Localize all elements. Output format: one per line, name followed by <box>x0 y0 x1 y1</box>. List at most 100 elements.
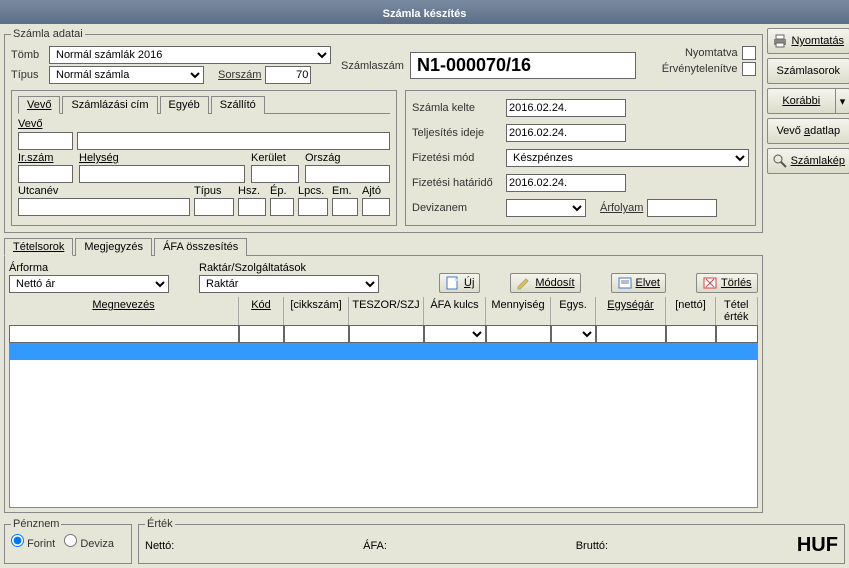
delete-icon <box>702 275 718 291</box>
torles-button[interactable]: Törlés <box>696 273 758 293</box>
tab-afa-osszesites[interactable]: ÁFA összesítés <box>154 238 247 256</box>
kerulet-label: Kerület <box>251 152 299 164</box>
cell-egys-select[interactable] <box>552 326 595 342</box>
em-input[interactable] <box>332 198 358 216</box>
kelte-input[interactable] <box>506 99 626 117</box>
ajto-input[interactable] <box>362 198 390 216</box>
devizanem-label: Devizanem <box>412 202 502 214</box>
tab-tetelsorok[interactable]: Tételsorok <box>4 238 73 256</box>
orszag-label: Ország <box>305 152 390 164</box>
deviza-radio[interactable]: Deviza <box>64 538 114 550</box>
devizanem-select[interactable] <box>506 199 586 217</box>
col-kod[interactable]: Kód <box>239 297 284 325</box>
nyomtatva-label: Nyomtatva <box>685 47 738 59</box>
arfolyam-input[interactable] <box>647 199 717 217</box>
sorszam-input[interactable] <box>265 66 311 84</box>
arfolyam-label: Árfolyam <box>600 202 643 214</box>
elvet-button[interactable]: Elvet <box>611 273 666 293</box>
tipus-select[interactable]: Normál számla <box>49 66 204 84</box>
kelte-label: Számla kelte <box>412 102 502 114</box>
col-netto: [nettó] <box>666 297 716 325</box>
tipus2-input[interactable] <box>194 198 234 216</box>
ertek-legend: Érték <box>145 518 175 530</box>
orszag-input[interactable] <box>305 165 390 183</box>
ervenytelenitve-checkbox[interactable] <box>742 62 756 76</box>
helyseg-input[interactable] <box>79 165 245 183</box>
teljesites-label: Teljesítés ideje <box>412 127 502 139</box>
brutto-label: Bruttó: <box>576 540 608 552</box>
col-afakulcs: ÁFA kulcs <box>424 297 486 325</box>
penznem-legend: Pénznem <box>11 518 61 530</box>
vevo-code-input[interactable] <box>18 132 73 150</box>
modosit-button[interactable]: Módosít <box>510 273 580 293</box>
window-title: Számla készítés <box>383 8 467 20</box>
arforma-label: Árforma <box>9 262 169 274</box>
tomb-label: Tömb <box>11 49 45 61</box>
irszam-label: Ir.szám <box>18 152 73 164</box>
printer-icon <box>772 33 788 49</box>
ervenytelenitve-label: Érvénytelenítve <box>662 63 738 75</box>
ep-label: Ép. <box>270 185 294 197</box>
uj-button[interactable]: Új <box>439 273 480 293</box>
col-egys: Egys. <box>551 297 596 325</box>
hsz-input[interactable] <box>238 198 266 216</box>
irszam-input[interactable] <box>18 165 73 183</box>
vevo-label: Vevő <box>18 118 390 130</box>
korabbi-button[interactable]: Korábbi <box>767 88 836 114</box>
ertek-group: Érték Nettó: ÁFA: Bruttó: HUF <box>138 518 845 564</box>
lpcs-input[interactable] <box>298 198 328 216</box>
preview-icon <box>772 153 788 169</box>
tab-vevo[interactable]: Vevő <box>18 96 60 114</box>
col-teszor: TESZOR/SZJ <box>349 297 424 325</box>
fizmod-select[interactable]: Készpénzes <box>506 149 749 167</box>
nyomtatva-checkbox[interactable] <box>742 46 756 60</box>
title-bar: Számla készítés <box>0 0 849 24</box>
item-input-row <box>9 325 758 343</box>
ep-input[interactable] <box>270 198 294 216</box>
tab-egyeb[interactable]: Egyéb <box>160 96 209 114</box>
fizmod-label: Fizetési mód <box>412 152 502 164</box>
nyomtatas-button[interactable]: Nyomtatás <box>767 28 849 54</box>
netto-label: Nettó: <box>145 540 174 552</box>
tomb-select[interactable]: Normál számlák 2016 <box>49 46 331 64</box>
items-grid[interactable] <box>9 343 758 508</box>
utcanev-input[interactable] <box>18 198 190 216</box>
szamlakep-button[interactable]: Számlakép <box>767 148 849 174</box>
col-cikkszam: [cikkszám] <box>284 297 349 325</box>
raktar-label: Raktár/Szolgáltatások <box>199 262 379 274</box>
vevo-name-input[interactable] <box>77 132 390 150</box>
tab-megjegyzes[interactable]: Megjegyzés <box>75 238 152 256</box>
cell-megnevezes-input[interactable] <box>10 326 238 342</box>
col-mennyiseg: Mennyiség <box>486 297 551 325</box>
new-icon <box>445 275 461 291</box>
cell-afakulcs-select[interactable] <box>425 326 485 342</box>
hatarido-label: Fizetési határidő <box>412 177 502 189</box>
afa-label: ÁFA: <box>363 540 387 552</box>
lpcs-label: Lpcs. <box>298 185 328 197</box>
raktar-select[interactable]: Raktár <box>199 275 379 293</box>
szamlasorok-button[interactable]: Számlasorok <box>767 58 849 84</box>
sorszam-label: Sorszám <box>218 69 261 81</box>
teljesites-input[interactable] <box>506 124 626 142</box>
items-panel: Árforma Nettó ár Raktár/Szolgáltatások R… <box>4 256 763 513</box>
forint-radio[interactable]: Forint <box>11 538 55 550</box>
szamlaszam-label: Számlaszám <box>341 60 404 72</box>
hatarido-input[interactable] <box>506 174 626 192</box>
arforma-select[interactable]: Nettó ár <box>9 275 169 293</box>
penznem-group: Pénznem Forint Deviza <box>4 518 132 564</box>
tipus2-label: Típus <box>194 185 234 197</box>
currency-label: HUF <box>797 534 838 557</box>
invoice-data-group: Számla adatai Tömb Normál számlák 2016 T… <box>4 28 763 233</box>
tab-szamlazasi-cim[interactable]: Számlázási cím <box>62 96 157 114</box>
szamlaszam-value: N1-000070/16 <box>410 52 636 79</box>
korabbi-dropdown[interactable]: ▾ <box>836 88 849 114</box>
tipus-label: Típus <box>11 69 45 81</box>
invoice-legend: Számla adatai <box>11 28 85 40</box>
kerulet-input[interactable] <box>251 165 299 183</box>
vevo-adatlap-button[interactable]: Vevő adatlap <box>767 118 849 144</box>
col-megnevezes[interactable]: Megnevezés <box>9 297 239 325</box>
ajto-label: Ajtó <box>362 185 390 197</box>
table-row[interactable] <box>10 344 757 360</box>
tab-szallito[interactable]: Szállító <box>211 96 265 114</box>
col-egysegar[interactable]: Egységár <box>596 297 666 325</box>
